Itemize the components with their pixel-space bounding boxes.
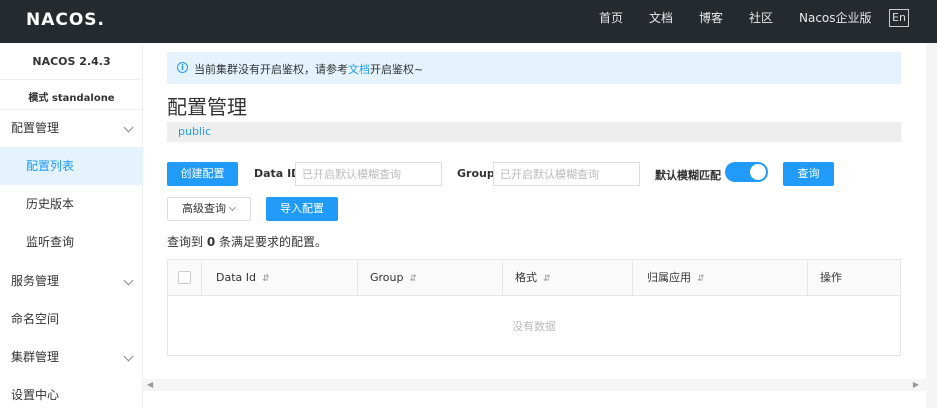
result-prefix: 查询到 xyxy=(167,235,204,249)
sidebar-item-label: 命名空间 xyxy=(11,312,60,326)
scroll-left-icon[interactable]: ◀ xyxy=(147,379,153,391)
docs-link[interactable]: 文档 xyxy=(348,63,370,76)
notice-suffix: 开启鉴权~ xyxy=(370,63,424,76)
fuzzy-match-label: 默认模糊匹配 xyxy=(655,169,721,182)
nav-blog[interactable]: 博客 xyxy=(699,0,723,43)
column-app[interactable]: 归属应用 ⇵ xyxy=(633,260,808,296)
toggle-knob xyxy=(750,164,766,180)
sidebar-item-label: 服务管理 xyxy=(11,274,60,288)
column-label: 格式 xyxy=(515,271,537,284)
nav-community[interactable]: 社区 xyxy=(749,0,773,43)
column-label: Data Id xyxy=(216,271,256,284)
column-label: 操作 xyxy=(820,271,842,284)
sidebar-item-label: 配置列表 xyxy=(26,159,75,173)
namespace-bar: public xyxy=(167,122,901,142)
empty-table-message: 没有数据 xyxy=(512,320,556,333)
create-config-button[interactable]: 创建配置 xyxy=(167,162,238,186)
sidebar-item-label: 集群管理 xyxy=(11,350,60,364)
column-group[interactable]: Group ⇵ xyxy=(358,260,503,296)
sidebar-divider xyxy=(0,79,143,80)
advanced-query-label: 高级查询 xyxy=(182,202,226,215)
sidebar: NACOS 2.4.3 模式 standalone 配置管理 配置列表 历史版本… xyxy=(0,43,143,408)
sidebar-item-namespace[interactable]: 命名空间 xyxy=(0,300,143,338)
column-label: 归属应用 xyxy=(647,271,691,284)
sidebar-item-listener-query[interactable]: 监听查询 xyxy=(0,223,143,261)
main-content: i 当前集群没有开启鉴权，请参考文档开启鉴权~ 配置管理 public 创建配置… xyxy=(143,43,937,408)
scroll-right-icon[interactable]: ▶ xyxy=(913,379,919,391)
group-field[interactable] xyxy=(493,162,640,186)
sort-icon[interactable]: ⇵ xyxy=(410,274,418,284)
data-id-label: Data ID xyxy=(254,167,301,180)
sidebar-item-label: 设置中心 xyxy=(11,388,60,402)
notice-text: 当前集群没有开启鉴权，请参考文档开启鉴权~ xyxy=(194,61,423,77)
vertical-scrollbar[interactable] xyxy=(926,43,937,408)
top-navigation-bar: NACOS. 首页 文档 博客 社区 Nacos企业版 En xyxy=(0,0,937,43)
language-switch-button[interactable]: En xyxy=(889,9,909,27)
sort-icon[interactable]: ⇵ xyxy=(697,274,705,284)
sort-icon[interactable]: ⇵ xyxy=(262,274,270,284)
sidebar-item-history[interactable]: 历史版本 xyxy=(0,185,143,223)
chevron-down-icon xyxy=(123,351,134,362)
mode-label: 模式 standalone xyxy=(28,93,115,104)
horizontal-scrollbar[interactable]: ◀ ▶ xyxy=(143,379,937,391)
data-id-field[interactable] xyxy=(295,162,442,186)
auth-notice: i 当前集群没有开启鉴权，请参考文档开启鉴权~ xyxy=(167,52,901,84)
nav-home[interactable]: 首页 xyxy=(599,0,623,43)
sidebar-item-settings[interactable]: 设置中心 xyxy=(0,376,143,414)
sidebar-item-config-list[interactable]: 配置列表 xyxy=(0,147,143,185)
nav-docs[interactable]: 文档 xyxy=(649,0,673,43)
group-label: Group xyxy=(457,167,495,180)
nacos-logo[interactable]: NACOS. xyxy=(26,10,105,30)
notice-prefix: 当前集群没有开启鉴权，请参考 xyxy=(194,63,348,76)
page-title: 配置管理 xyxy=(167,95,247,119)
chevron-down-icon xyxy=(123,122,134,133)
import-config-button[interactable]: 导入配置 xyxy=(266,197,338,221)
data-id-input[interactable] xyxy=(296,163,441,185)
result-suffix: 条满足要求的配置。 xyxy=(219,235,328,249)
select-all-checkbox[interactable] xyxy=(178,271,191,284)
sidebar-item-label: 监听查询 xyxy=(26,235,75,249)
group-input[interactable] xyxy=(494,163,639,185)
sort-icon[interactable]: ⇵ xyxy=(543,274,551,284)
query-button[interactable]: 查询 xyxy=(783,162,834,186)
result-summary: 查询到 0 条满足要求的配置。 xyxy=(167,233,327,250)
namespace-public-link[interactable]: public xyxy=(178,125,211,138)
column-actions: 操作 xyxy=(808,260,900,296)
sidebar-item-config-management[interactable]: 配置管理 xyxy=(0,109,143,147)
sidebar-item-label: 历史版本 xyxy=(26,197,75,211)
sidebar-item-service-management[interactable]: 服务管理 xyxy=(0,262,143,300)
info-icon: i xyxy=(177,62,188,73)
nav-enterprise[interactable]: Nacos企业版 xyxy=(799,0,872,43)
chevron-down-icon xyxy=(123,275,134,286)
column-label: Group xyxy=(370,271,404,284)
result-count: 0 xyxy=(206,235,216,249)
sidebar-item-label: 配置管理 xyxy=(11,121,60,135)
advanced-query-button[interactable]: 高级查询 xyxy=(167,197,251,221)
config-table: Data Id ⇵ Group ⇵ 格式 ⇵ 归属应用 ⇵ 操作 没有数据 xyxy=(167,259,901,356)
table-header: Data Id ⇵ Group ⇵ 格式 ⇵ 归属应用 ⇵ 操作 xyxy=(168,260,900,296)
fuzzy-match-toggle[interactable] xyxy=(725,162,768,182)
version-label: NACOS 2.4.3 xyxy=(32,55,111,68)
column-format[interactable]: 格式 ⇵ xyxy=(503,260,633,296)
sidebar-item-cluster-management[interactable]: 集群管理 xyxy=(0,338,143,376)
column-data-id[interactable]: Data Id ⇵ xyxy=(202,260,358,296)
chevron-down-icon xyxy=(228,203,237,212)
select-all-cell xyxy=(168,260,202,296)
